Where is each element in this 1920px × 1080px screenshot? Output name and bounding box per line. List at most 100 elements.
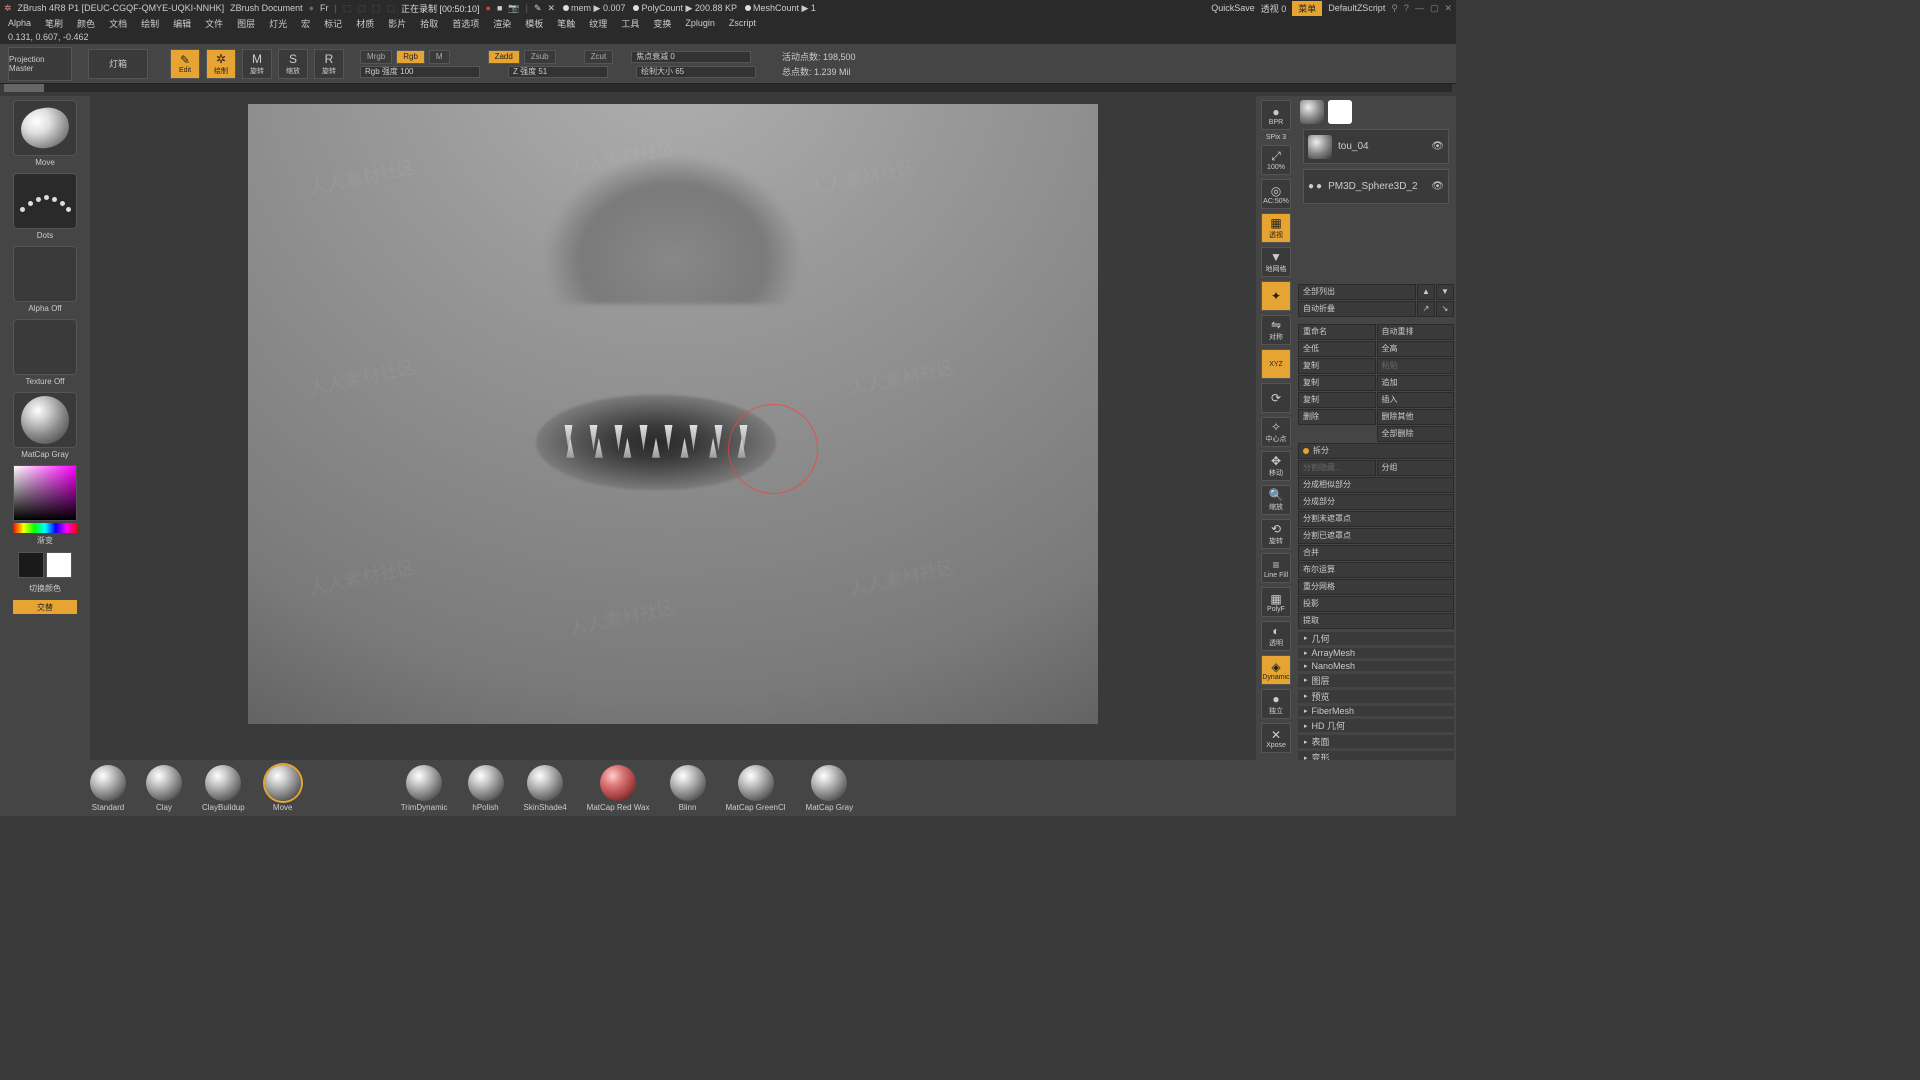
color-picker[interactable] — [13, 465, 77, 521]
brush-hpolish[interactable]: hPolish — [468, 765, 504, 812]
rotate-view-button[interactable]: ⟲旋转 — [1261, 519, 1291, 549]
menu-texture[interactable]: 纹理 — [589, 17, 607, 30]
fibermesh-header[interactable]: FiberMesh — [1298, 706, 1454, 716]
rename-button[interactable]: 重命名 — [1298, 324, 1376, 340]
geometry-header[interactable]: 几何 — [1298, 632, 1454, 645]
menu-light[interactable]: 灯光 — [269, 17, 287, 30]
record-icon[interactable]: ● — [486, 3, 491, 13]
close-window-icon[interactable]: ✕ — [1444, 3, 1452, 14]
menu-transform[interactable]: 变换 — [653, 17, 671, 30]
frame-button[interactable]: ⟳ — [1261, 383, 1291, 413]
linefill-button[interactable]: ≡Line Fill — [1261, 553, 1291, 583]
swap-colors-button[interactable]: 交替 — [13, 600, 77, 614]
menu-macro[interactable]: 宏 — [301, 17, 310, 30]
polyframe-button[interactable]: ▦PolyF — [1261, 587, 1291, 617]
transparency-button[interactable]: ◐透明 — [1261, 621, 1291, 651]
menu-brush[interactable]: 笔刷 — [45, 17, 63, 30]
split-parts-button[interactable]: 分成部分 — [1298, 494, 1454, 510]
top-scroller[interactable] — [4, 84, 1452, 92]
copy-button[interactable]: 复制 — [1298, 358, 1376, 374]
symmetry-button[interactable]: ⇋对称 — [1261, 315, 1291, 345]
menu-document[interactable]: 文档 — [109, 17, 127, 30]
minimize-icon[interactable]: — — [1415, 3, 1424, 13]
move-up-icon[interactable]: ↗ — [1417, 301, 1435, 317]
layers-header[interactable]: 图层 — [1298, 674, 1454, 687]
stroke-thumbnail[interactable] — [13, 173, 77, 229]
delete-other-button[interactable]: 删除其他 — [1377, 409, 1455, 425]
zsub-toggle[interactable]: Zsub — [524, 50, 556, 64]
eye-icon[interactable]: 👁 — [1431, 141, 1444, 152]
rotate-mode-button[interactable]: R旋转 — [314, 49, 344, 79]
maximize-icon[interactable]: ▢ — [1430, 3, 1439, 14]
quicksave-button[interactable]: QuickSave — [1211, 3, 1255, 13]
menu-material[interactable]: 材质 — [356, 17, 374, 30]
draw-size-slider[interactable]: 绘制大小 65 — [636, 66, 756, 78]
move-view-button[interactable]: ✥移动 — [1261, 451, 1291, 481]
center-button[interactable]: ✧中心点 — [1261, 417, 1291, 447]
perspective-button[interactable]: ▦透视 — [1261, 213, 1291, 243]
move-down-icon[interactable]: ↘ — [1436, 301, 1454, 317]
rgb-toggle[interactable]: Rgb — [396, 50, 425, 64]
z-intensity-slider[interactable]: Z 强度 51 — [508, 66, 608, 78]
subtool-row[interactable]: tou_04 👁 — [1303, 129, 1449, 164]
alpha-thumbnail[interactable] — [13, 246, 77, 302]
menu-zplugin[interactable]: Zplugin — [685, 18, 715, 28]
main-color-swatch[interactable] — [18, 552, 44, 578]
switch-color-label[interactable]: 切换颜色 — [29, 583, 61, 594]
default-script[interactable]: DefaultZScript — [1328, 3, 1385, 13]
zadd-toggle[interactable]: Zadd — [488, 50, 520, 64]
zoom-view-button[interactable]: 🔍缩放 — [1261, 485, 1291, 515]
preview-header[interactable]: 预览 — [1298, 690, 1454, 703]
paste-button[interactable]: 粘贴 — [1377, 358, 1455, 374]
aahalf-button[interactable]: ◎AC:50% — [1261, 179, 1291, 209]
delete-all-button[interactable]: 全部删除 — [1377, 426, 1455, 442]
draw-mode-button[interactable]: ✲绘制 — [206, 49, 236, 79]
dynamic-button[interactable]: ◈Dynamic — [1261, 655, 1291, 685]
brush-move[interactable]: Move — [265, 765, 301, 812]
texture-thumbnail[interactable] — [13, 319, 77, 375]
auto-reorder-button[interactable]: 自动重排 — [1377, 324, 1455, 340]
pin-icon[interactable]: ⚲ — [1391, 3, 1398, 14]
mrgb-toggle[interactable]: Mrgb — [360, 50, 392, 64]
projection-master-button[interactable]: Projection Master — [8, 47, 72, 81]
brush-standard[interactable]: Standard — [90, 765, 126, 812]
move-mode-button[interactable]: M旋转 — [242, 49, 272, 79]
menu-stencil[interactable]: 模板 — [525, 17, 543, 30]
menu-alpha[interactable]: Alpha — [8, 18, 31, 28]
split-hidden-button[interactable]: 分割隐藏... — [1298, 460, 1376, 476]
hue-bar[interactable] — [13, 523, 77, 533]
split-masked-button[interactable]: 分割已遮罩点 — [1298, 528, 1454, 544]
matcap-redwax[interactable]: MatCap Red Wax — [587, 765, 650, 812]
menu-draw[interactable]: 绘制 — [141, 17, 159, 30]
surface-header[interactable]: 表面 — [1298, 735, 1454, 748]
camera-icon[interactable]: 📷 — [508, 3, 519, 14]
menu-color[interactable]: 颜色 — [77, 17, 95, 30]
language-label[interactable]: Fr — [320, 3, 329, 13]
split-unmasked-button[interactable]: 分割未遮罩点 — [1298, 511, 1454, 527]
solo-button[interactable]: ●独立 — [1261, 689, 1291, 719]
menu-button[interactable]: 菜单 — [1292, 1, 1322, 16]
menu-edit[interactable]: 编辑 — [173, 17, 191, 30]
duplicate2-button[interactable]: 复制 — [1298, 392, 1376, 408]
boolean-button[interactable]: 布尔运算 — [1298, 562, 1454, 578]
secondary-color-swatch[interactable] — [46, 552, 72, 578]
hdgeo-header[interactable]: HD 几何 — [1298, 719, 1454, 732]
local-button[interactable]: ✦ — [1261, 281, 1291, 311]
bpr-button[interactable]: ●BPR — [1261, 100, 1291, 130]
zcut-toggle[interactable]: Zcut — [584, 50, 614, 64]
split-header[interactable]: 拆分 — [1298, 443, 1454, 459]
all-high-button[interactable]: 全高 — [1377, 341, 1455, 357]
brush-claybuildup[interactable]: ClayBuildup — [202, 765, 245, 812]
m-toggle[interactable]: M — [429, 50, 450, 64]
group-button[interactable]: 分组 — [1377, 460, 1455, 476]
all-low-button[interactable]: 全低 — [1298, 341, 1376, 357]
rgb-intensity-slider[interactable]: Rgb 强度 100 — [360, 66, 480, 78]
tool-thumbnail[interactable] — [1300, 100, 1324, 124]
merge-button[interactable]: 合并 — [1298, 545, 1454, 561]
lightbox-button[interactable]: 灯箱 — [88, 49, 148, 79]
material-thumbnail[interactable] — [13, 392, 77, 448]
menu-zscript[interactable]: Zscript — [729, 18, 756, 28]
tool-thumbnail-2[interactable] — [1328, 100, 1352, 124]
menu-render[interactable]: 渲染 — [493, 17, 511, 30]
menu-stroke[interactable]: 笔触 — [557, 17, 575, 30]
